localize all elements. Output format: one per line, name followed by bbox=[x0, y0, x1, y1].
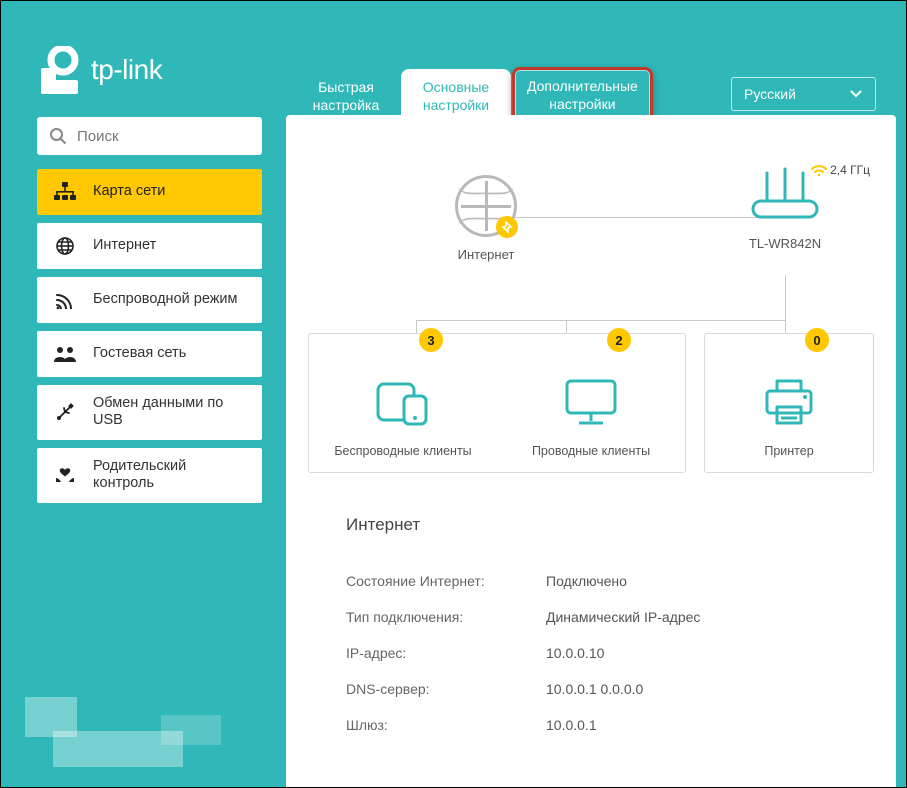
info-row: Тип подключения: Динамический IP-адрес bbox=[346, 599, 866, 635]
map-connector-line bbox=[416, 320, 786, 321]
info-heading: Интернет bbox=[346, 515, 866, 535]
info-value: 10.0.0.1 0.0.0.0 bbox=[546, 681, 643, 697]
panel-label: Принтер bbox=[764, 444, 813, 460]
info-value: 10.0.0.10 bbox=[546, 645, 604, 661]
language-select[interactable]: Русский bbox=[731, 77, 876, 111]
search-icon bbox=[49, 127, 67, 145]
info-row: DNS-сервер: 10.0.0.1 0.0.0.0 bbox=[346, 671, 866, 707]
client-panels: 3 Беспроводные клиенты 2 Проводные клиен… bbox=[308, 333, 874, 473]
devices-icon bbox=[374, 372, 432, 432]
info-value: Подключено bbox=[546, 573, 627, 589]
info-row: Шлюз: 10.0.0.1 bbox=[346, 707, 866, 743]
count-badge: 0 bbox=[805, 328, 829, 352]
router-node[interactable]: 2,4 ГГц TL-WR842N bbox=[720, 167, 850, 251]
internet-node-label: Интернет bbox=[406, 247, 566, 262]
sidebar-item-label: Родительский контроль bbox=[93, 458, 248, 493]
sidebar-item-parental-control[interactable]: Родительский контроль bbox=[37, 448, 262, 503]
printer-icon bbox=[761, 372, 817, 432]
language-value: Русский bbox=[744, 86, 796, 102]
search-input[interactable] bbox=[77, 128, 276, 145]
signal-icon bbox=[811, 163, 827, 177]
panel-wired-clients[interactable]: 2 Проводные клиенты bbox=[497, 334, 685, 472]
usb-icon bbox=[51, 402, 79, 422]
info-value: 10.0.0.1 bbox=[546, 717, 597, 733]
brand-text: tp-link bbox=[91, 54, 162, 86]
sidebar-item-label: Беспроводной режим bbox=[93, 291, 238, 308]
band-label: 2,4 ГГц bbox=[830, 163, 870, 177]
sidebar-item-guest-network[interactable]: Гостевая сеть bbox=[37, 331, 262, 377]
sidebar-item-label: Интернет bbox=[93, 237, 156, 254]
internet-info-section: Интернет Состояние Интернет: Подключено … bbox=[346, 515, 866, 743]
network-map: Интернет 2,4 ГГц TL-WR842N bbox=[286, 115, 896, 275]
count-badge: 3 bbox=[419, 328, 443, 352]
info-row: Состояние Интернет: Подключено bbox=[346, 563, 866, 599]
status-badge-icon bbox=[496, 216, 518, 238]
sidebar: Карта сети Интернет Беспроводной режим Г… bbox=[37, 117, 262, 511]
users-icon bbox=[51, 346, 79, 362]
sidebar-item-label: Обмен данными по USB bbox=[93, 395, 248, 430]
router-model-label: TL-WR842N bbox=[720, 236, 850, 251]
wifi-icon bbox=[51, 291, 79, 309]
globe-icon bbox=[455, 175, 517, 237]
panel-wireless-clients[interactable]: 3 Беспроводные клиенты bbox=[309, 334, 497, 472]
sidebar-item-network-map[interactable]: Карта сети bbox=[37, 169, 262, 215]
info-key: Тип подключения: bbox=[346, 609, 546, 625]
chevron-down-icon bbox=[849, 89, 863, 99]
search-box[interactable] bbox=[37, 117, 262, 155]
info-key: DNS-сервер: bbox=[346, 681, 546, 697]
sitemap-icon bbox=[51, 182, 79, 202]
panel-printer[interactable]: 0 Принтер bbox=[704, 333, 874, 473]
info-key: IP-адрес: bbox=[346, 645, 546, 661]
heart-hands-icon bbox=[51, 466, 79, 484]
band-indicator: 2,4 ГГц bbox=[811, 163, 870, 177]
monitor-icon bbox=[561, 372, 621, 432]
sidebar-item-label: Гостевая сеть bbox=[93, 345, 186, 362]
decorative-square bbox=[161, 715, 221, 745]
panel-label: Проводные клиенты bbox=[532, 444, 650, 460]
internet-node[interactable]: Интернет bbox=[406, 175, 566, 262]
info-key: Шлюз: bbox=[346, 717, 546, 733]
panel-label: Беспроводные клиенты bbox=[334, 444, 471, 460]
info-row: IP-адрес: 10.0.0.10 bbox=[346, 635, 866, 671]
count-badge: 2 bbox=[607, 328, 631, 352]
brand-mark-icon bbox=[41, 46, 81, 94]
globe-icon bbox=[51, 236, 79, 256]
info-value: Динамический IP-адрес bbox=[546, 609, 700, 625]
sidebar-item-wireless[interactable]: Беспроводной режим bbox=[37, 277, 262, 323]
main-content: Интернет 2,4 ГГц TL-WR842N bbox=[286, 115, 896, 787]
sidebar-item-label: Карта сети bbox=[93, 183, 165, 200]
sidebar-item-internet[interactable]: Интернет bbox=[37, 223, 262, 269]
map-connector-line bbox=[785, 275, 786, 321]
brand-logo: tp-link bbox=[41, 46, 162, 94]
info-key: Состояние Интернет: bbox=[346, 573, 546, 589]
sidebar-item-usb-sharing[interactable]: Обмен данными по USB bbox=[37, 385, 262, 440]
